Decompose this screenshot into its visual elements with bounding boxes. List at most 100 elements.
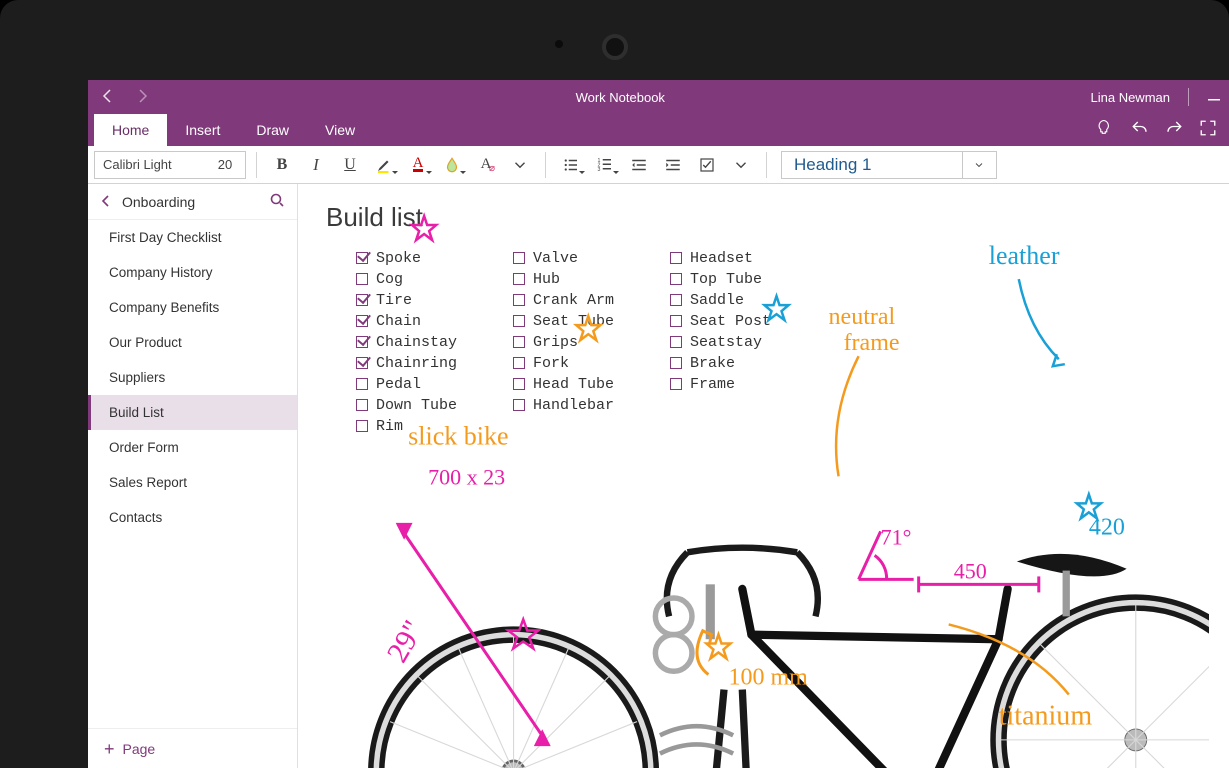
checklist-label: Handlebar xyxy=(533,397,614,414)
italic-button[interactable]: I xyxy=(301,150,331,180)
checklist-item[interactable]: Cog xyxy=(356,269,457,289)
ribbon: B I U A A⌀ 123 Heading 1 xyxy=(88,146,1229,184)
page-item[interactable]: Suppliers xyxy=(88,360,297,395)
indent-button[interactable] xyxy=(658,150,688,180)
font-name-input[interactable] xyxy=(95,152,205,178)
notebook-title[interactable]: Work Notebook xyxy=(150,90,1091,105)
todo-tag-button[interactable] xyxy=(692,150,722,180)
checklist-item[interactable]: Saddle xyxy=(670,290,771,310)
checkbox-icon[interactable] xyxy=(356,399,368,411)
style-selector[interactable]: Heading 1 xyxy=(781,151,997,179)
more-para-button[interactable] xyxy=(726,150,756,180)
search-icon[interactable] xyxy=(269,192,285,211)
checklist-item[interactable]: Fork xyxy=(513,353,614,373)
checkbox-icon[interactable] xyxy=(513,336,525,348)
ink-color-button[interactable] xyxy=(437,150,467,180)
section-name[interactable]: Onboarding xyxy=(122,194,259,210)
checklist-item[interactable]: Headset xyxy=(670,248,771,268)
undo-icon[interactable] xyxy=(1131,119,1149,140)
checkbox-icon[interactable] xyxy=(513,399,525,411)
fullscreen-icon[interactable] xyxy=(1199,119,1217,140)
chevron-down-icon[interactable] xyxy=(962,152,996,178)
workspace: Onboarding First Day ChecklistCompany Hi… xyxy=(88,184,1229,768)
bold-button[interactable]: B xyxy=(267,150,297,180)
checklist-item[interactable]: Crank Arm xyxy=(513,290,614,310)
checkbox-icon[interactable] xyxy=(513,378,525,390)
highlight-button[interactable] xyxy=(369,150,399,180)
checklist-item[interactable]: Tire xyxy=(356,290,457,310)
checklist-item[interactable]: Grips xyxy=(513,332,614,352)
checkbox-icon[interactable] xyxy=(513,315,525,327)
checklist-item[interactable]: Rim xyxy=(356,416,457,436)
checklist-item[interactable]: Seat Post xyxy=(670,311,771,331)
checkbox-icon[interactable] xyxy=(513,252,525,264)
checkbox-icon[interactable] xyxy=(356,273,368,285)
checkbox-icon[interactable] xyxy=(356,294,368,306)
font-size-input[interactable] xyxy=(205,152,245,178)
clear-formatting-button[interactable]: A⌀ xyxy=(471,150,501,180)
checkbox-icon[interactable] xyxy=(356,378,368,390)
checklist-item[interactable]: Spoke xyxy=(356,248,457,268)
section-back-icon[interactable] xyxy=(100,194,112,210)
checkbox-icon[interactable] xyxy=(356,420,368,432)
more-font-button[interactable] xyxy=(505,150,535,180)
checklist-item[interactable]: Pedal xyxy=(356,374,457,394)
underline-button[interactable]: U xyxy=(335,150,365,180)
font-selector[interactable] xyxy=(94,151,246,179)
checkbox-icon[interactable] xyxy=(513,294,525,306)
checkbox-icon[interactable] xyxy=(356,357,368,369)
add-page-button[interactable]: + Page xyxy=(88,728,297,768)
checklist-item[interactable]: Top Tube xyxy=(670,269,771,289)
checkbox-icon[interactable] xyxy=(670,378,682,390)
forward-arrow-icon[interactable] xyxy=(134,88,150,107)
checklist-item[interactable]: Frame xyxy=(670,374,771,394)
checkbox-icon[interactable] xyxy=(513,357,525,369)
page-item[interactable]: Order Form xyxy=(88,430,297,465)
tab-draw[interactable]: Draw xyxy=(238,114,307,146)
checkbox-icon[interactable] xyxy=(670,357,682,369)
checklist-item[interactable]: Chainstay xyxy=(356,332,457,352)
checklist-item[interactable]: Down Tube xyxy=(356,395,457,415)
checkbox-icon[interactable] xyxy=(670,273,682,285)
page-item[interactable]: Contacts xyxy=(88,500,297,535)
checkbox-icon[interactable] xyxy=(513,273,525,285)
checklist-item[interactable]: Hub xyxy=(513,269,614,289)
minimize-icon[interactable] xyxy=(1207,89,1221,106)
font-color-button[interactable]: A xyxy=(403,150,433,180)
page-item[interactable]: Company Benefits xyxy=(88,290,297,325)
checkbox-icon[interactable] xyxy=(670,294,682,306)
tab-home[interactable]: Home xyxy=(94,114,167,146)
checklist-item[interactable]: Chainring xyxy=(356,353,457,373)
page-item[interactable]: Company History xyxy=(88,255,297,290)
tab-view[interactable]: View xyxy=(307,114,373,146)
user-name[interactable]: Lina Newman xyxy=(1091,90,1171,105)
checklist-item[interactable]: Brake xyxy=(670,353,771,373)
bullets-button[interactable] xyxy=(556,150,586,180)
checklist-label: Spoke xyxy=(376,250,421,267)
checkbox-icon[interactable] xyxy=(356,336,368,348)
checklist-item[interactable]: Handlebar xyxy=(513,395,614,415)
note-canvas[interactable]: Build list Spoke CogTireChainChainstayCha… xyxy=(298,184,1229,768)
page-item[interactable]: Our Product xyxy=(88,325,297,360)
page-item[interactable]: Sales Report xyxy=(88,465,297,500)
numbering-button[interactable]: 123 xyxy=(590,150,620,180)
checkbox-icon[interactable] xyxy=(670,336,682,348)
checklist-item[interactable]: Seat Tube xyxy=(513,311,614,331)
page-title[interactable]: Build list xyxy=(326,202,423,233)
tell-me-icon[interactable] xyxy=(1097,119,1115,140)
tab-insert[interactable]: Insert xyxy=(167,114,238,146)
checkbox-icon[interactable] xyxy=(356,315,368,327)
checklist-item[interactable]: Chain xyxy=(356,311,457,331)
checklist-item[interactable]: Valve xyxy=(513,248,614,268)
checkbox-icon[interactable] xyxy=(670,252,682,264)
outdent-button[interactable] xyxy=(624,150,654,180)
checklist-label: Valve xyxy=(533,250,578,267)
page-item[interactable]: Build List xyxy=(88,395,297,430)
page-item[interactable]: First Day Checklist xyxy=(88,220,297,255)
back-arrow-icon[interactable] xyxy=(100,88,116,107)
checkbox-icon[interactable] xyxy=(356,252,368,264)
checklist-item[interactable]: Seatstay xyxy=(670,332,771,352)
redo-icon[interactable] xyxy=(1165,119,1183,140)
checkbox-icon[interactable] xyxy=(670,315,682,327)
checklist-item[interactable]: Head Tube xyxy=(513,374,614,394)
